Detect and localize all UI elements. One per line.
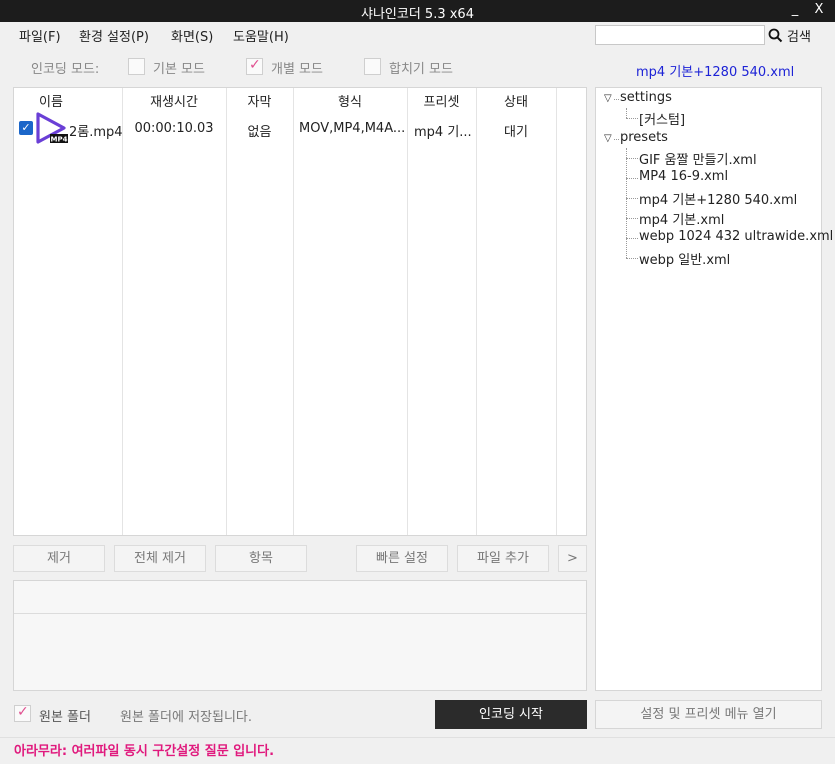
tree-node-preset[interactable]: mp4 기본+1280 540.xml	[639, 189, 797, 208]
tree-connector	[626, 118, 638, 119]
tree-connector	[614, 139, 619, 140]
encode-start-button[interactable]: 인코딩 시작	[435, 700, 587, 729]
file-list[interactable]: 이름 재생시간 자막 형식 프리셋 상태 ✓ MP4 2롬.mp4 00:00:…	[13, 87, 587, 536]
menu-help[interactable]: 도움말(H)	[233, 26, 289, 45]
column-header-status[interactable]: 상태	[476, 91, 556, 110]
original-folder-label: 원본 폴더	[39, 710, 91, 725]
mp4-file-icon: MP4	[36, 112, 68, 144]
log-divider	[14, 613, 586, 614]
tree-connector	[626, 238, 638, 239]
tree-node-custom[interactable]: [커스텀]	[639, 109, 685, 128]
log-panel	[13, 580, 587, 691]
menu-file[interactable]: 파일(F)	[19, 26, 61, 45]
tree-node-preset[interactable]: GIF 움짤 만들기.xml	[639, 149, 757, 168]
status-divider	[0, 737, 835, 738]
column-header-subtitle[interactable]: 자막	[226, 91, 293, 110]
current-preset-link[interactable]: mp4 기본+1280 540.xml	[636, 61, 794, 80]
tree-connector	[626, 148, 627, 258]
row-duration: 00:00:10.03	[134, 121, 214, 136]
tree-connector	[626, 258, 638, 259]
column-divider	[407, 88, 408, 535]
close-button[interactable]: X	[807, 2, 831, 17]
mp4-badge-text: MP4	[51, 136, 68, 144]
row-status: 대기	[504, 125, 528, 140]
remove-button[interactable]: 제거	[13, 545, 105, 572]
mode-basic-label: 기본 모드	[153, 62, 205, 77]
search-button[interactable]: 검색	[768, 25, 811, 45]
tree-node-settings[interactable]: settings	[620, 90, 672, 105]
tree-node-preset[interactable]: MP4 16-9.xml	[639, 169, 728, 184]
search-icon	[768, 28, 783, 42]
status-message[interactable]: 아라무라: 여러파일 동시 구간설정 질문 입니다.	[14, 740, 274, 759]
chevron-down-icon[interactable]: ▽	[604, 93, 612, 104]
row-name: 2롬.mp4	[69, 125, 123, 140]
column-header-duration[interactable]: 재생시간	[122, 91, 226, 110]
column-divider	[556, 88, 557, 535]
tree-connector	[626, 108, 627, 118]
search-input[interactable]	[595, 25, 765, 45]
mode-merge-checkbox[interactable]	[364, 58, 381, 75]
mode-basic-checkbox[interactable]	[128, 58, 145, 75]
column-header-preset[interactable]: 프리셋	[407, 91, 476, 110]
open-settings-menu-button[interactable]: 설정 및 프리셋 메뉴 열기	[595, 700, 822, 729]
preset-tree[interactable]: ▽ settings [커스텀] ▽ presets GIF 움짤 만들기.xm…	[595, 87, 833, 691]
tree-connector	[626, 178, 638, 179]
column-header-format[interactable]: 형식	[293, 91, 407, 110]
original-folder-description: 원본 폴더에 저장됩니다.	[120, 710, 252, 725]
column-divider	[476, 88, 477, 535]
quick-settings-button[interactable]: 빠른 설정	[356, 545, 448, 572]
tree-node-preset[interactable]: webp 1024 432 ultrawide.xml	[639, 229, 833, 244]
window-title: 샤나인코더 5.3 x64	[361, 7, 474, 22]
column-divider	[122, 88, 123, 535]
tree-node-preset[interactable]: mp4 기본.xml	[639, 209, 724, 228]
items-button[interactable]: 항목	[215, 545, 307, 572]
row-format: MOV,MP4,M4A...	[299, 121, 406, 136]
encoding-mode-bar: 인코딩 모드: 기본 모드 개별 모드 합치기 모드	[0, 52, 590, 80]
tree-connector	[626, 158, 638, 159]
title-bar: 샤나인코더 5.3 x64 _ X	[0, 0, 835, 22]
tree-node-preset[interactable]: webp 일반.xml	[639, 249, 730, 268]
mode-individual-label: 개별 모드	[271, 62, 323, 77]
tree-connector	[626, 218, 638, 219]
tree-connector	[626, 198, 638, 199]
mode-merge-label: 합치기 모드	[389, 62, 453, 77]
row-preset: mp4 기...	[414, 125, 472, 140]
column-header-name[interactable]: 이름	[26, 91, 76, 110]
original-folder-checkbox[interactable]	[14, 704, 31, 722]
column-divider	[293, 88, 294, 535]
minimize-button[interactable]: _	[783, 2, 807, 17]
mode-individual-checkbox[interactable]	[246, 57, 263, 75]
menu-view[interactable]: 화면(S)	[171, 26, 213, 45]
add-file-button[interactable]: 파일 추가	[457, 545, 549, 572]
row-subtitle: 없음	[247, 125, 272, 140]
search-button-label: 검색	[787, 29, 811, 45]
remove-all-button[interactable]: 전체 제거	[114, 545, 206, 572]
menu-preferences[interactable]: 환경 설정(P)	[79, 26, 149, 45]
tree-node-presets[interactable]: presets	[620, 130, 668, 145]
row-checkbox[interactable]: ✓	[19, 121, 33, 135]
column-divider	[226, 88, 227, 535]
tree-connector	[614, 99, 619, 100]
encoding-mode-label: 인코딩 모드:	[31, 62, 100, 77]
chevron-down-icon[interactable]: ▽	[604, 133, 612, 144]
more-button[interactable]: >	[558, 545, 587, 572]
